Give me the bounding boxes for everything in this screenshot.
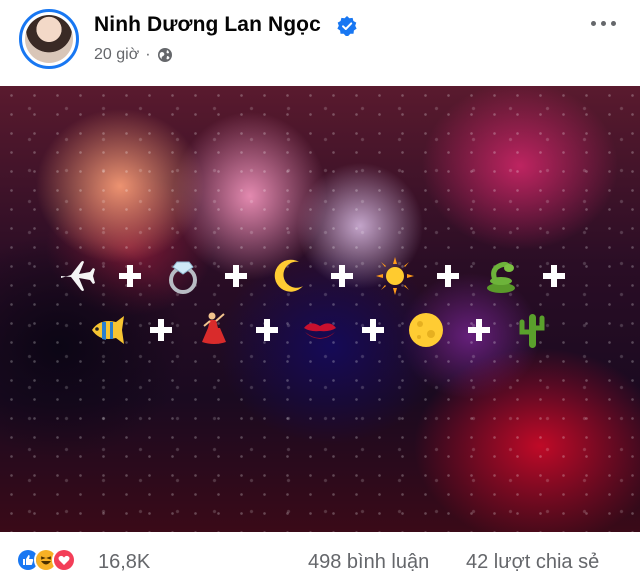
love-icon: [52, 548, 76, 572]
more-options-button[interactable]: [591, 16, 625, 30]
post-meta: 20 giờ ·: [94, 46, 173, 64]
emoji-row-2: [0, 308, 640, 352]
full-moon-icon: [404, 308, 448, 352]
dancer-icon: [192, 308, 236, 352]
verified-badge-icon: [337, 16, 357, 36]
avatar[interactable]: [19, 9, 79, 69]
dot-icon: [591, 20, 596, 26]
snake-icon: [479, 254, 523, 298]
shares-count[interactable]: 42 lượt chia sẻ: [466, 551, 599, 574]
comments-count[interactable]: 498 bình luận: [308, 551, 429, 574]
plus-icon: [523, 263, 585, 289]
sun-icon: [373, 254, 417, 298]
emoji-row-1: [0, 254, 640, 298]
plus-icon: [205, 263, 267, 289]
plus-icon: [311, 263, 373, 289]
cactus-icon: [510, 308, 554, 352]
dot-icon: [611, 20, 616, 26]
reaction-icons[interactable]: [16, 548, 76, 572]
airplane-icon: [55, 254, 99, 298]
crescent-moon-icon: [267, 254, 311, 298]
globe-icon: [157, 48, 172, 62]
ring-icon: [161, 254, 205, 298]
post-footer: 16,8K 498 bình luận 42 lượt chia sẻ: [0, 532, 640, 587]
plus-icon: [448, 317, 510, 343]
plus-icon: [99, 263, 161, 289]
plus-icon: [130, 317, 192, 343]
author-name[interactable]: Ninh Dương Lan Ngọc: [94, 13, 321, 37]
kiss-mark-icon: [298, 308, 342, 352]
meta-separator: ·: [145, 46, 151, 63]
post-image[interactable]: [0, 86, 640, 532]
post-header: Ninh Dương Lan Ngọc 20 giờ ·: [0, 0, 640, 86]
tropical-fish-icon: [86, 308, 130, 352]
plus-icon: [236, 317, 298, 343]
reaction-count[interactable]: 16,8K: [98, 551, 150, 574]
plus-icon: [417, 263, 479, 289]
plus-icon: [342, 317, 404, 343]
dot-icon: [601, 20, 606, 26]
avatar-photo: [25, 15, 73, 63]
post-time[interactable]: 20 giờ: [94, 46, 139, 64]
